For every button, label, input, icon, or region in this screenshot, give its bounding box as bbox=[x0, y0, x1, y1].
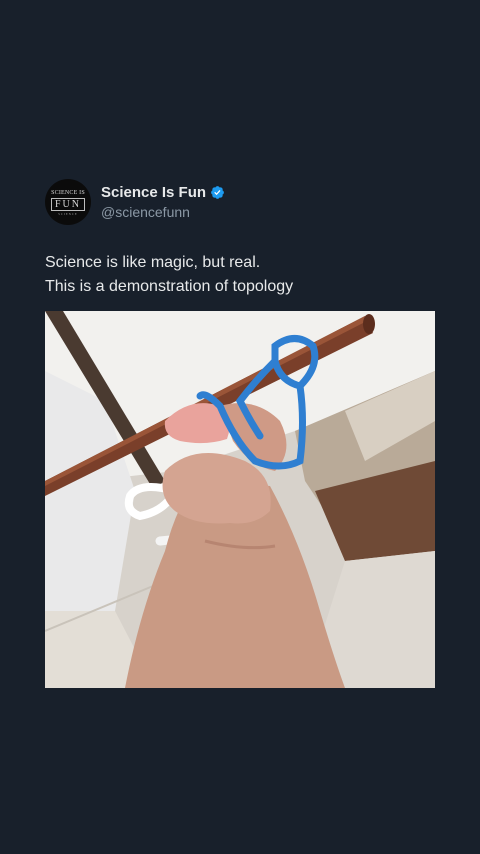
video-frame-image bbox=[45, 311, 435, 688]
avatar-logo-top-text: SCIENCE IS bbox=[51, 190, 85, 196]
avatar-logo-middle-text: FUN bbox=[50, 198, 85, 211]
tweet-video[interactable] bbox=[45, 311, 435, 688]
tweet-text: Science is like magic, but real. This is… bbox=[45, 251, 435, 299]
tweet-text-line-2: This is a demonstration of topology bbox=[45, 278, 294, 295]
avatar-logo-bottom-text: SCIENCE bbox=[58, 212, 78, 216]
avatar[interactable]: SCIENCE IS FUN SCIENCE bbox=[45, 179, 91, 225]
display-name[interactable]: Science Is Fun bbox=[101, 183, 206, 202]
display-name-row: Science Is Fun bbox=[101, 183, 225, 202]
tweet-post: SCIENCE IS FUN SCIENCE Science Is Fun @s… bbox=[45, 178, 435, 299]
author-info: Science Is Fun @sciencefunn bbox=[101, 183, 225, 221]
user-handle[interactable]: @sciencefunn bbox=[101, 203, 225, 221]
verified-badge-icon bbox=[211, 186, 224, 199]
tweet-text-line-1: Science is like magic, but real. bbox=[45, 254, 261, 271]
tweet-header: SCIENCE IS FUN SCIENCE Science Is Fun @s… bbox=[45, 178, 435, 226]
